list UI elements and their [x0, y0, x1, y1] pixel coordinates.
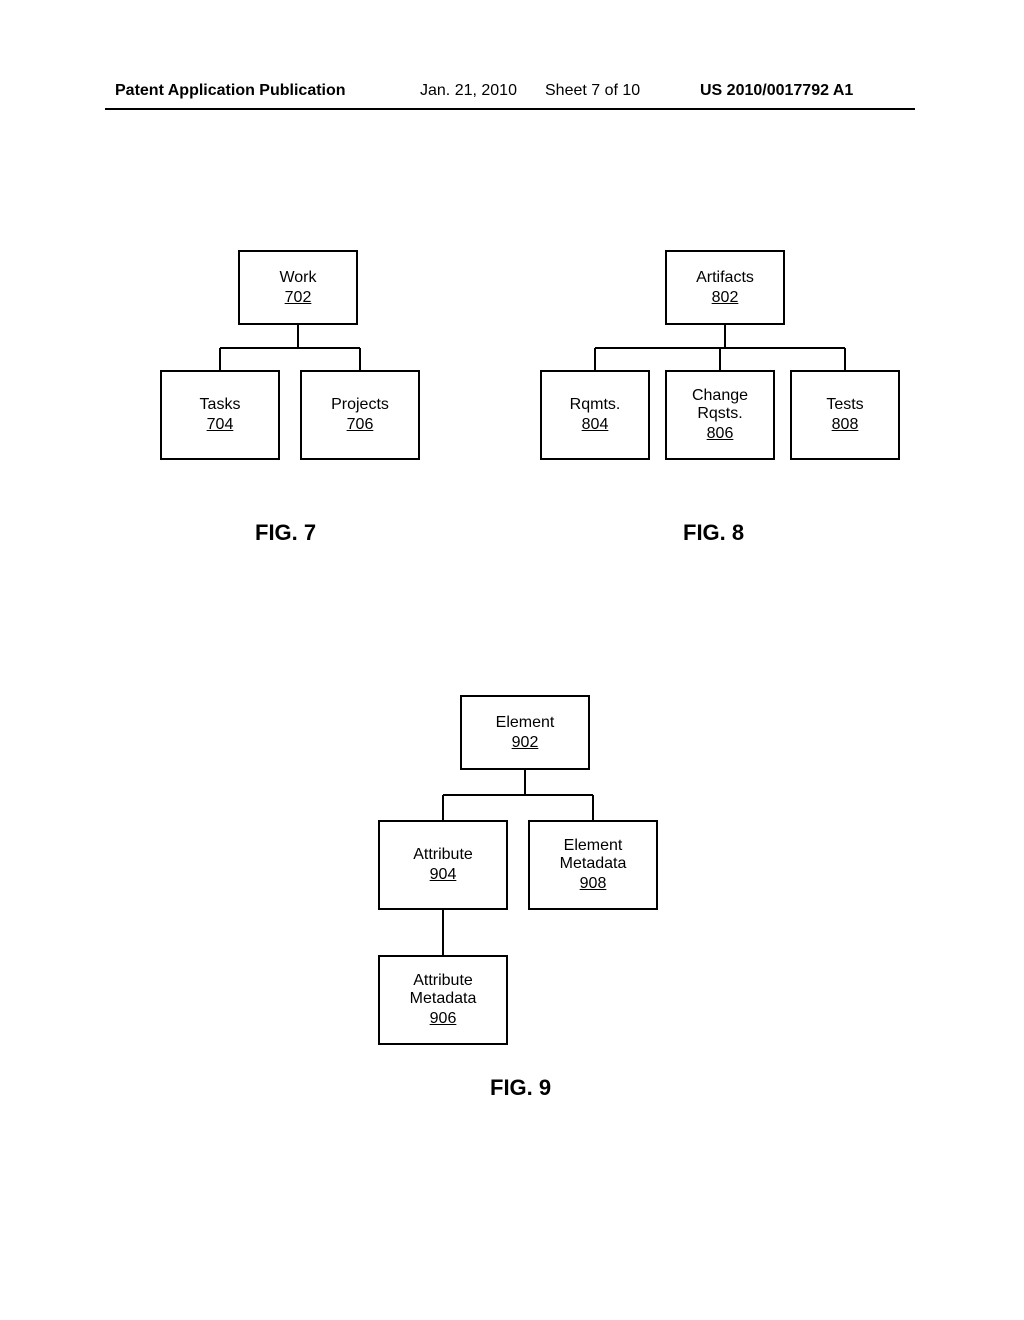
fig8-tests-box: Tests 808 [790, 370, 900, 460]
fig7-work-ref: 702 [285, 289, 312, 307]
fig8-artifacts-title: Artifacts [696, 269, 754, 287]
header-date: Jan. 21, 2010 [420, 82, 517, 100]
fig8-rqmts-ref: 804 [582, 416, 609, 434]
fig8-tests-title: Tests [826, 396, 863, 414]
fig9-element-box: Element 902 [460, 695, 590, 770]
fig7-tasks-ref: 704 [207, 416, 234, 434]
fig9-elmeta-title: ElementMetadata [560, 837, 627, 872]
fig9-attrmeta-ref: 906 [430, 1010, 457, 1028]
fig9-element-title: Element [496, 714, 555, 732]
fig7-label: FIG. 7 [255, 520, 316, 546]
header-publication-type: Patent Application Publication [115, 82, 346, 100]
fig7-work-box: Work 702 [238, 250, 358, 325]
header-sheet: Sheet 7 of 10 [545, 82, 640, 100]
header-pub-number: US 2010/0017792 A1 [700, 82, 853, 100]
fig7-projects-ref: 706 [347, 416, 374, 434]
fig9-label: FIG. 9 [490, 1075, 551, 1101]
fig7-tasks-title: Tasks [200, 396, 241, 414]
fig8-label: FIG. 8 [683, 520, 744, 546]
fig9-elmeta-ref: 908 [580, 875, 607, 893]
fig8-rqmts-title: Rqmts. [570, 396, 621, 414]
fig8-rqmts-box: Rqmts. 804 [540, 370, 650, 460]
fig8-artifacts-ref: 802 [712, 289, 739, 307]
fig7-work-title: Work [279, 269, 316, 287]
fig9-attribute-box: Attribute 904 [378, 820, 508, 910]
fig8-artifacts-box: Artifacts 802 [665, 250, 785, 325]
fig7-projects-box: Projects 706 [300, 370, 420, 460]
fig9-attribute-title: Attribute [413, 846, 473, 864]
fig9-attrmeta-box: AttributeMetadata 906 [378, 955, 508, 1045]
fig8-change-title: ChangeRqsts. [692, 387, 748, 422]
fig7-projects-title: Projects [331, 396, 389, 414]
fig8-tests-ref: 808 [832, 416, 859, 434]
fig9-element-ref: 902 [512, 734, 539, 752]
header-divider [105, 108, 915, 110]
fig7-tasks-box: Tasks 704 [160, 370, 280, 460]
connector-lines [0, 0, 1024, 1320]
fig9-attrmeta-title: AttributeMetadata [410, 972, 477, 1007]
fig8-change-box: ChangeRqsts. 806 [665, 370, 775, 460]
fig9-elmeta-box: ElementMetadata 908 [528, 820, 658, 910]
fig8-change-ref: 806 [707, 425, 734, 443]
fig9-attribute-ref: 904 [430, 866, 457, 884]
